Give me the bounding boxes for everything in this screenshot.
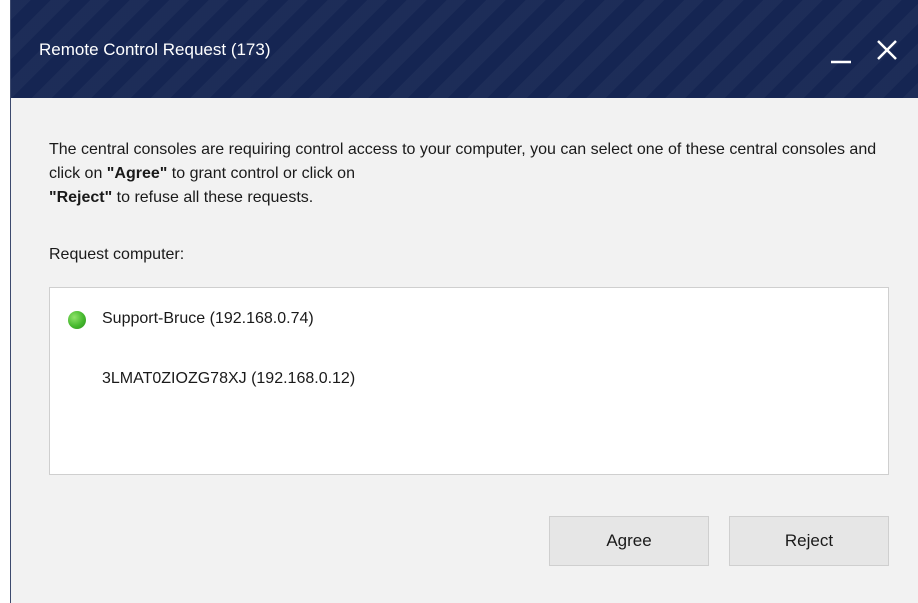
description-part2: to grant control or click on bbox=[167, 165, 355, 182]
title-bar[interactable]: Remote Control Request (173) bbox=[11, 0, 918, 98]
list-item[interactable]: Support-Bruce (192.168.0.74) bbox=[50, 299, 888, 339]
reject-button[interactable]: Reject bbox=[729, 516, 889, 566]
description-part3: to refuse all these requests. bbox=[112, 189, 314, 206]
description-reject-emphasis: "Reject" bbox=[49, 189, 113, 206]
minimize-icon bbox=[831, 60, 851, 64]
description-text: The central consoles are requiring contr… bbox=[49, 138, 879, 210]
minimize-button[interactable] bbox=[819, 30, 859, 70]
close-button[interactable] bbox=[867, 30, 907, 70]
remote-control-request-dialog: Remote Control Request (173) The central… bbox=[10, 0, 918, 603]
dialog-content: The central consoles are requiring contr… bbox=[11, 98, 918, 603]
request-computer-name: 3LMAT0ZIOZG78XJ (192.168.0.12) bbox=[102, 370, 356, 387]
window-title: Remote Control Request (173) bbox=[39, 40, 271, 59]
request-computer-list[interactable]: Support-Bruce (192.168.0.74) 3LMAT0ZIOZG… bbox=[49, 287, 889, 475]
close-icon bbox=[877, 40, 897, 60]
description-agree-emphasis: "Agree" bbox=[106, 165, 168, 182]
request-computer-name: Support-Bruce (192.168.0.74) bbox=[102, 310, 314, 327]
online-status-icon bbox=[68, 311, 86, 329]
agree-button[interactable]: Agree bbox=[549, 516, 709, 566]
list-item[interactable]: 3LMAT0ZIOZG78XJ (192.168.0.12) bbox=[50, 359, 888, 399]
request-computer-label: Request computer: bbox=[49, 246, 185, 263]
